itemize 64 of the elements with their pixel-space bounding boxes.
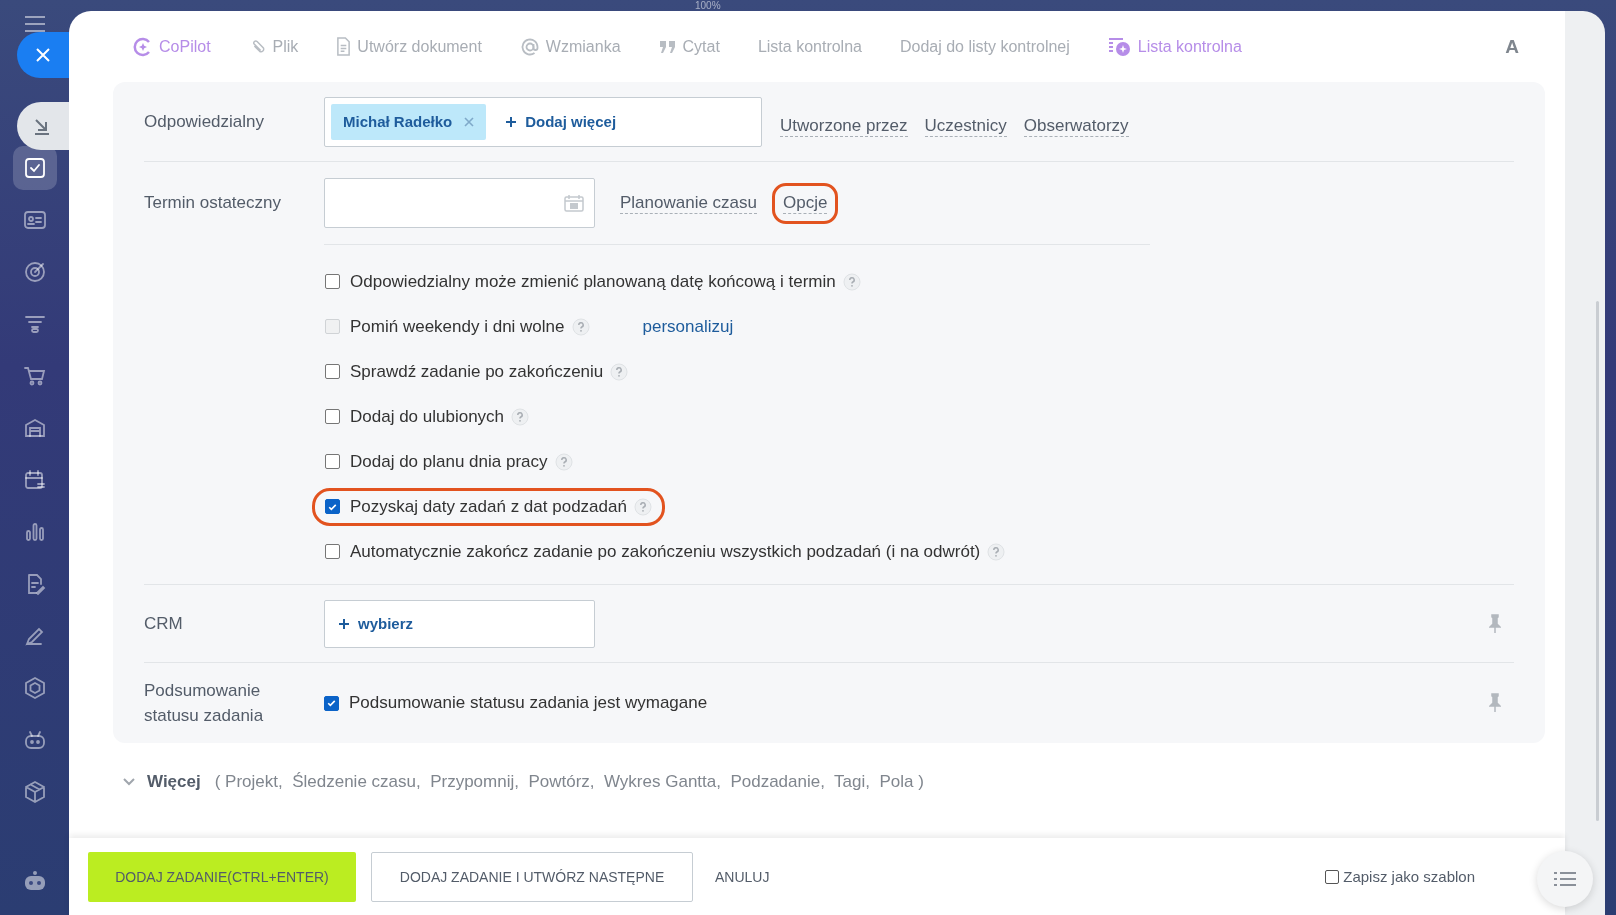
option-label: Automatycznie zakończ zadanie po zakończeniu wszystkich podzadań (i na odwrót)	[350, 541, 981, 562]
chevron-down-icon	[123, 778, 135, 786]
plus-icon	[339, 618, 349, 629]
robot-icon	[22, 728, 47, 752]
checkbox-icon	[22, 156, 47, 180]
text-format-button[interactable]: A	[1499, 34, 1525, 59]
plus-icon	[506, 116, 517, 127]
deadline-link[interactable]: Opcje	[783, 192, 828, 214]
add-and-create-next-button[interactable]: DODAJ ZADANIE I UTWÓRZ NASTĘPNE	[371, 851, 693, 902]
checkbox[interactable]	[325, 409, 340, 424]
checkbox[interactable]	[325, 274, 340, 289]
field-label: Odpowiedzialny	[144, 111, 265, 132]
menu-icon[interactable]	[24, 16, 45, 32]
target-icon	[22, 260, 47, 284]
quote-icon	[658, 39, 677, 54]
add-task-button[interactable]: DODAJ ZADANIE(CTRL+ENTER)	[88, 851, 356, 902]
scroll-down-button[interactable]	[17, 102, 69, 150]
option-label: Pozyskaj daty zadań z dat podzadań	[350, 496, 627, 517]
checkbox[interactable]	[324, 695, 339, 711]
checkbox-label: Zapisz jako szablon	[1343, 868, 1475, 885]
zoom-label: 100%	[695, 0, 721, 11]
checkbox[interactable]	[325, 364, 340, 379]
more-fields-list: ( Projekt, Śledzenie czasu, Przypomnij, Powtórz, Wykres Gantta, Podzadanie, Tagi, Pola )	[214, 772, 924, 792]
at-sign-icon	[519, 36, 540, 57]
cart-icon	[22, 364, 47, 388]
checkbox[interactable]	[1325, 869, 1340, 884]
checkbox[interactable]	[325, 544, 340, 559]
scrollbar-thumb[interactable]	[1596, 301, 1599, 821]
role-link[interactable]: Utworzone przez	[780, 116, 908, 137]
calendar-icon	[564, 194, 584, 212]
checkbox[interactable]	[325, 454, 340, 469]
cancel-button[interactable]: ANULUJ	[709, 867, 776, 886]
option-label: Pomiń weekendy i dni wolne	[350, 316, 565, 337]
more-toggle[interactable]: Więcej	[123, 772, 201, 792]
close-button[interactable]	[17, 32, 69, 78]
responsible-field[interactable]: Michał Radełko Dodaj więcej	[324, 96, 762, 147]
role-link[interactable]: Obserwatorzy	[1023, 116, 1129, 137]
field-label: CRM	[144, 613, 184, 634]
contact-card-icon	[22, 208, 47, 232]
deadline-link[interactable]: Planowanie czasu	[620, 192, 758, 214]
sidebar-item[interactable]	[12, 146, 57, 190]
box-icon	[22, 780, 47, 804]
copilot-icon	[133, 36, 153, 57]
role-link[interactable]: Uczestnicy	[924, 116, 1007, 137]
warehouse-icon	[22, 416, 47, 440]
list-icon	[1554, 871, 1576, 887]
person-name: Michał Radełko	[343, 113, 453, 130]
field-label: Termin ostateczny	[144, 193, 282, 213]
hexagon-icon	[22, 676, 47, 700]
checkbox-label: Podsumowanie statusu zadania jest wymagane	[349, 693, 708, 713]
option-label: Dodaj do ulubionych	[350, 406, 505, 427]
checkbox[interactable]	[325, 499, 340, 514]
date-field[interactable]	[324, 178, 595, 228]
option-label: Odpowiedzialny może zmienić planowaną datę końcową i termin	[350, 271, 836, 292]
document-icon	[336, 37, 352, 56]
option-label: Dodaj do planu dnia pracy	[350, 451, 548, 472]
arrow-down-right-icon	[33, 117, 51, 135]
add-more-button[interactable]: Dodaj więcej	[500, 112, 623, 131]
option-label: Sprawdź zadanie po zakończeniu	[350, 361, 604, 382]
calendar-icon	[22, 468, 47, 492]
checklist-sparkle-icon	[1107, 36, 1132, 57]
crm-select-button[interactable]: wybierz	[324, 599, 595, 648]
field-label: Podsumowanie statusu zadania	[144, 680, 265, 727]
close-icon	[35, 47, 51, 63]
